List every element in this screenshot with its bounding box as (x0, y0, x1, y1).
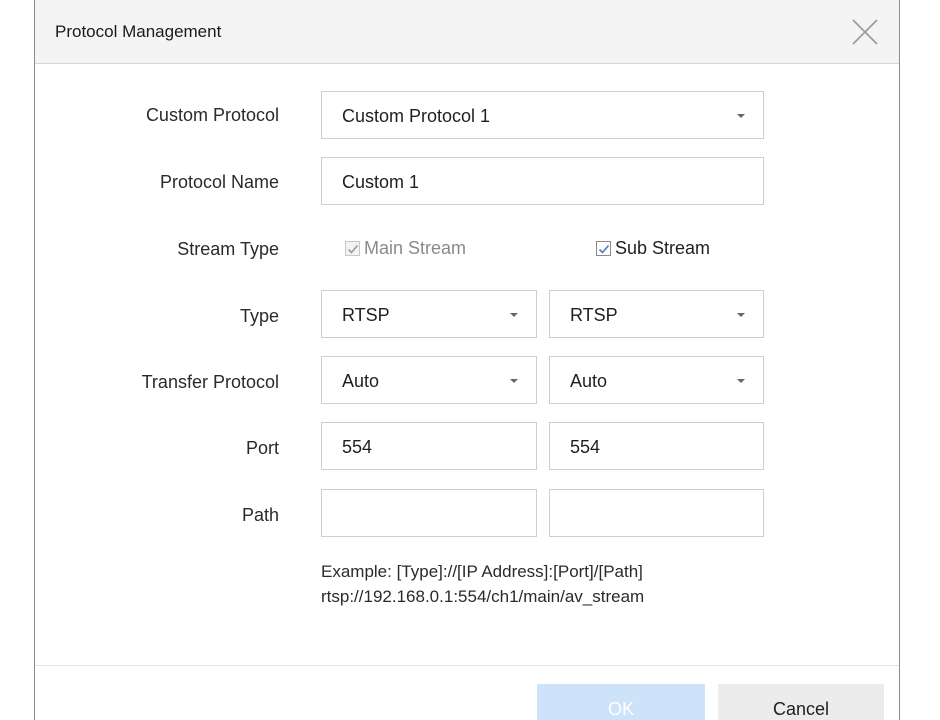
checkmark-icon (347, 244, 359, 254)
stream-type-label: Stream Type (177, 239, 279, 259)
checkmark-icon (598, 244, 610, 254)
sub-type-select[interactable]: RTSP (549, 290, 764, 338)
port-label: Port (245, 438, 279, 458)
type-label: Type (239, 306, 279, 326)
sub-transfer-protocol-value: Auto (570, 371, 608, 391)
close-icon (852, 19, 878, 45)
custom-protocol-label: Custom Protocol (145, 105, 279, 125)
chevron-down-icon (737, 114, 745, 118)
chevron-down-icon (510, 313, 518, 317)
transfer-protocol-label: Transfer Protocol (141, 372, 279, 392)
chevron-down-icon (737, 313, 745, 317)
ok-button[interactable]: OK (537, 684, 705, 720)
main-type-select[interactable]: RTSP (321, 290, 537, 338)
main-type-value: RTSP (342, 305, 390, 325)
dialog-title: Protocol Management (55, 22, 222, 41)
main-port-value: 554 (342, 437, 373, 457)
main-transfer-protocol-value: Auto (342, 371, 380, 391)
cancel-button[interactable]: Cancel (718, 684, 884, 720)
main-path-input[interactable] (321, 489, 537, 537)
example-url-text: rtsp://192.168.0.1:554/ch1/main/av_strea… (321, 587, 645, 606)
example-format-text: Example: [Type]://[IP Address]:[Port]/[P… (321, 562, 643, 581)
main-stream-checkbox[interactable]: Main Stream (345, 238, 466, 259)
sub-type-value: RTSP (570, 305, 618, 325)
main-port-input[interactable]: 554 (321, 422, 537, 470)
path-label: Path (241, 505, 279, 525)
custom-protocol-value: Custom Protocol 1 (342, 106, 491, 126)
sub-stream-checkbox[interactable]: Sub Stream (596, 238, 710, 259)
sub-path-input[interactable] (549, 489, 764, 537)
main-stream-label: Main Stream (364, 238, 467, 258)
protocol-name-value: Custom 1 (342, 172, 420, 192)
sub-stream-checkbox-box (596, 241, 611, 256)
protocol-management-dialog: Protocol Management Custom Protocol Cust… (34, 0, 900, 720)
sub-transfer-protocol-select[interactable]: Auto (549, 356, 764, 404)
sub-port-value: 554 (570, 437, 601, 457)
protocol-name-label: Protocol Name (159, 172, 279, 192)
chevron-down-icon (737, 379, 745, 383)
custom-protocol-select[interactable]: Custom Protocol 1 (321, 91, 764, 139)
sub-stream-label: Sub Stream (615, 238, 711, 258)
sub-port-input[interactable]: 554 (549, 422, 764, 470)
protocol-name-input[interactable]: Custom 1 (321, 157, 764, 205)
chevron-down-icon (510, 379, 518, 383)
close-button[interactable] (849, 16, 881, 48)
footer-divider (35, 665, 899, 666)
dialog-titlebar: Protocol Management (35, 0, 899, 64)
main-stream-checkbox-box (345, 241, 360, 256)
main-transfer-protocol-select[interactable]: Auto (321, 356, 537, 404)
